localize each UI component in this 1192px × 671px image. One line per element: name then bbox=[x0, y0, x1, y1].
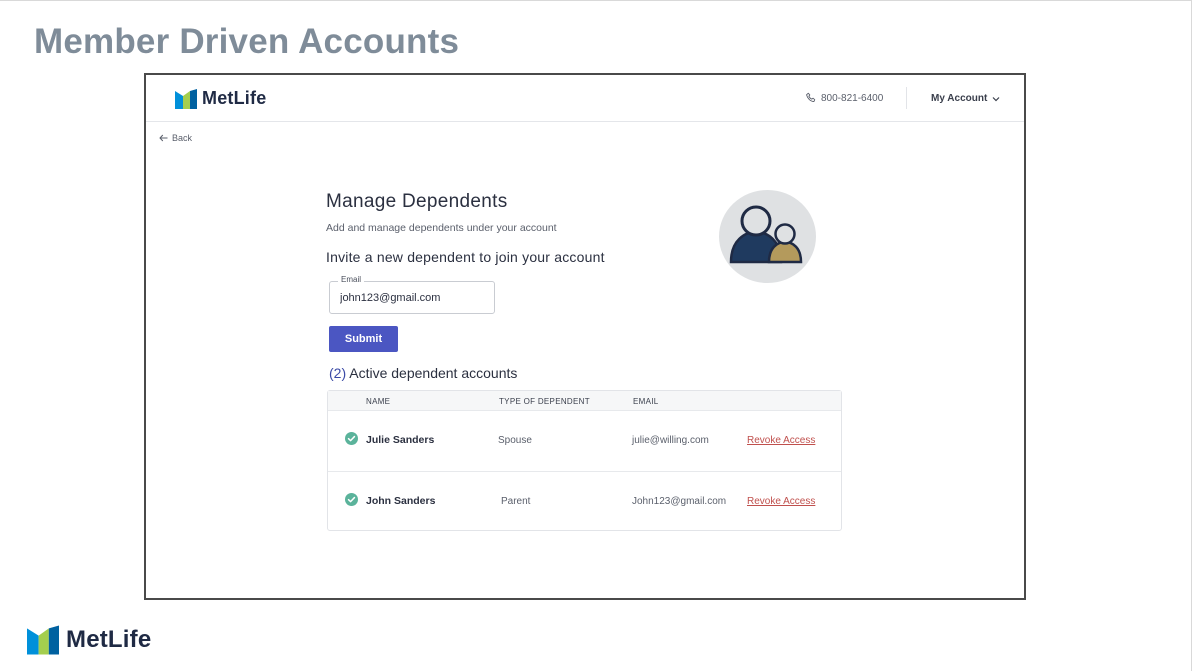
table-header: NAME TYPE OF DEPENDENT EMAIL bbox=[328, 391, 841, 411]
footer-metlife-logo: MetLife bbox=[27, 625, 151, 655]
my-account-menu[interactable]: My Account bbox=[931, 93, 1000, 104]
back-link[interactable]: Back bbox=[159, 133, 192, 143]
page-subtitle: Add and manage dependents under your acc… bbox=[326, 222, 557, 234]
table-row: Julie Sanders Spouse julie@willing.com R… bbox=[328, 411, 841, 471]
table-row: John Sanders Parent John123@gmail.com Re… bbox=[328, 471, 841, 531]
column-header-name: NAME bbox=[366, 397, 391, 406]
phone-number: 800-821-6400 bbox=[821, 92, 884, 104]
dependent-name: Julie Sanders bbox=[366, 434, 435, 446]
column-header-email: EMAIL bbox=[633, 397, 659, 406]
revoke-access-link[interactable]: Revoke Access bbox=[747, 435, 815, 446]
metlife-logo-icon bbox=[175, 88, 197, 109]
page-title: Manage Dependents bbox=[326, 191, 508, 212]
my-account-label: My Account bbox=[931, 93, 988, 104]
metlife-logo-text: MetLife bbox=[202, 88, 267, 108]
dependent-email: julie@willing.com bbox=[632, 435, 709, 446]
check-circle-icon bbox=[345, 432, 358, 445]
dependent-email: John123@gmail.com bbox=[632, 496, 727, 507]
phone-contact[interactable]: 800-821-6400 bbox=[805, 92, 883, 104]
email-input[interactable] bbox=[340, 292, 490, 304]
dependent-name: John Sanders bbox=[366, 495, 436, 507]
active-accounts-heading: (2) Active dependent accounts bbox=[329, 365, 517, 381]
column-header-type: TYPE OF DEPENDENT bbox=[499, 397, 590, 406]
revoke-access-link[interactable]: Revoke Access bbox=[747, 496, 815, 507]
dependent-type: Parent bbox=[501, 496, 531, 507]
active-accounts-count: (2) bbox=[329, 365, 347, 381]
dependent-type: Spouse bbox=[498, 435, 532, 446]
dependents-avatar bbox=[719, 190, 816, 283]
email-field-label: Email bbox=[338, 275, 365, 284]
slide-title: Member Driven Accounts bbox=[34, 22, 460, 61]
app-header: MetLife 800-821-6400 My Account bbox=[146, 75, 1024, 122]
email-field[interactable]: Email bbox=[329, 275, 495, 314]
dependents-table: NAME TYPE OF DEPENDENT EMAIL Julie Sande… bbox=[327, 390, 842, 531]
header-divider bbox=[906, 87, 907, 109]
back-label: Back bbox=[172, 133, 193, 143]
active-accounts-label: Active dependent accounts bbox=[349, 365, 518, 381]
check-circle-icon bbox=[345, 493, 358, 506]
metlife-logo[interactable]: MetLife bbox=[175, 88, 266, 109]
arrow-left-icon bbox=[159, 134, 168, 142]
family-icon bbox=[729, 205, 803, 264]
submit-button[interactable]: Submit bbox=[329, 326, 398, 352]
metlife-logo-icon bbox=[27, 625, 59, 655]
invite-heading: Invite a new dependent to join your acco… bbox=[326, 249, 605, 265]
app-window: MetLife 800-821-6400 My Account Back Man… bbox=[144, 73, 1026, 600]
phone-icon bbox=[806, 92, 816, 102]
footer-logo-text: MetLife bbox=[66, 626, 152, 653]
chevron-down-icon bbox=[992, 96, 1000, 101]
